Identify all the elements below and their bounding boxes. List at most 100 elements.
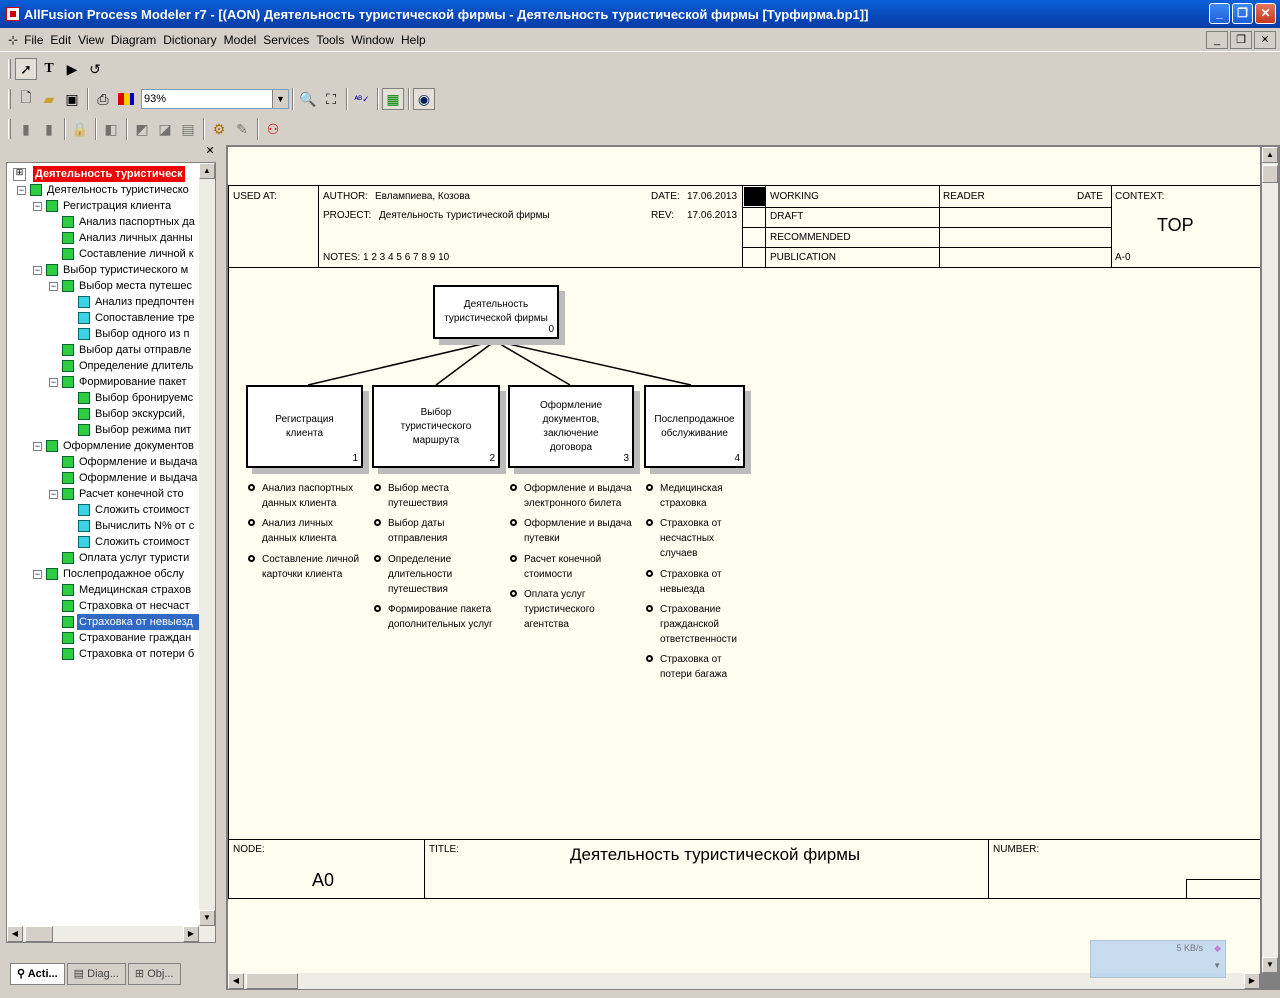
tree-item[interactable]: Выбор даты отправле xyxy=(7,342,199,358)
zoom-combobox[interactable]: 93% ▼ xyxy=(141,89,289,109)
collapse-icon[interactable]: − xyxy=(49,282,58,291)
tab-activities[interactable]: ⚲ Acti... xyxy=(10,963,65,985)
activity-box-4[interactable]: Послепродажное обслуживание 4 xyxy=(644,385,745,468)
tree-item[interactable]: Сопоставление тре xyxy=(7,310,199,326)
text-tool-icon[interactable]: T xyxy=(38,58,60,80)
chevron-down-icon[interactable]: ▼ xyxy=(272,90,288,108)
root-activity-box[interactable]: Деятельность туристической фирмы 0 xyxy=(433,285,559,339)
tree-item[interactable]: Выбор бронируемс xyxy=(7,390,199,406)
tree-item[interactable]: Определение длитель xyxy=(7,358,199,374)
tree-item[interactable]: Страховка от несчаст xyxy=(7,598,199,614)
mart-connect-icon[interactable]: ▮ xyxy=(15,118,37,140)
scroll-up-icon[interactable]: ▲ xyxy=(1262,147,1278,163)
doc-minimize-button[interactable]: _ xyxy=(1206,31,1228,49)
activity-box-2[interactable]: Выбор туристического маршрута 2 xyxy=(372,385,500,468)
tree-item[interactable]: Медицинская страхов xyxy=(7,582,199,598)
scroll-down-icon[interactable]: ▼ xyxy=(199,910,215,926)
tree-item[interactable]: ⊞ Деятельность туристическ xyxy=(7,166,199,182)
tree-item[interactable]: Выбор режима пит xyxy=(7,422,199,438)
undo-rotate-icon[interactable]: ↺ xyxy=(84,58,106,80)
tree-horizontal-scrollbar[interactable]: ◀ ▶ xyxy=(7,926,199,942)
tree-item[interactable]: − Расчет конечной сто xyxy=(7,486,199,502)
menu-diagram[interactable]: Diagram xyxy=(111,33,156,47)
tree-item[interactable]: Сложить стоимост xyxy=(7,534,199,550)
model-mart-icon[interactable]: ◉ xyxy=(413,88,435,110)
model-explorer-icon[interactable]: ▦ xyxy=(382,88,404,110)
scroll-up-icon[interactable]: ▲ xyxy=(199,163,215,179)
menu-edit[interactable]: Edit xyxy=(50,33,71,47)
tree-item[interactable]: Вычислить N% от с xyxy=(7,518,199,534)
scroll-right-icon[interactable]: ▶ xyxy=(1244,973,1260,989)
mart-open-icon[interactable]: ◧ xyxy=(100,118,122,140)
mart-save-icon[interactable]: ◩ xyxy=(131,118,153,140)
tree-item[interactable]: Выбор экскурсий, xyxy=(7,406,199,422)
tab-objects[interactable]: ⊞ Obj... xyxy=(127,963,181,985)
tree-item[interactable]: − Деятельность туристическо xyxy=(7,182,199,198)
tree-item[interactable]: − Выбор туристического м xyxy=(7,262,199,278)
scroll-left-icon[interactable]: ◀ xyxy=(228,973,244,989)
menu-dictionary[interactable]: Dictionary xyxy=(163,33,216,47)
color-palette-icon[interactable] xyxy=(115,88,137,110)
tree-item[interactable]: Оформление и выдача xyxy=(7,470,199,486)
collapse-icon[interactable]: − xyxy=(33,266,42,275)
collapse-icon[interactable]: − xyxy=(49,378,58,387)
doc-close-button[interactable]: ✕ xyxy=(1254,31,1276,49)
print-icon[interactable]: ⎙ xyxy=(92,88,114,110)
tree-item[interactable]: Анализ личных данны xyxy=(7,230,199,246)
tree-item[interactable]: − Формирование пакет xyxy=(7,374,199,390)
tree-item[interactable]: Выбор одного из п xyxy=(7,326,199,342)
tree-item[interactable]: − Послепродажное обслу xyxy=(7,566,199,582)
minimize-button[interactable]: _ xyxy=(1209,3,1230,24)
tree-item[interactable]: Страхование граждан xyxy=(7,630,199,646)
menu-view[interactable]: View xyxy=(78,33,104,47)
collapse-icon[interactable]: − xyxy=(33,442,42,451)
tree-item[interactable]: − Выбор места путешес xyxy=(7,278,199,294)
tree-vertical-scrollbar[interactable]: ▲ ▼ xyxy=(199,163,215,942)
menu-help[interactable]: Help xyxy=(401,33,426,47)
mart-disconnect-icon[interactable]: ▮ xyxy=(38,118,60,140)
menu-tools[interactable]: Tools xyxy=(316,33,344,47)
tree-item[interactable]: Сложить стоимост xyxy=(7,502,199,518)
close-button[interactable]: ✕ xyxy=(1255,3,1276,24)
collapse-icon[interactable]: − xyxy=(33,570,42,579)
save-icon[interactable]: ▣ xyxy=(61,88,83,110)
vertical-scroll-thumb[interactable] xyxy=(1262,165,1278,183)
tree-item[interactable]: Составление личной к xyxy=(7,246,199,262)
activity-box-1[interactable]: Регистрация клиента 1 xyxy=(246,385,363,468)
tree-item[interactable]: − Регистрация клиента xyxy=(7,198,199,214)
vertical-scrollbar[interactable]: ▲ ▼ xyxy=(1262,147,1278,973)
document-menu-icon[interactable]: ⊹ xyxy=(8,33,18,47)
users-icon[interactable]: ⚇ xyxy=(262,118,284,140)
pointer-tool-icon[interactable]: ➚ xyxy=(15,58,37,80)
scroll-left-icon[interactable]: ◀ xyxy=(7,926,23,942)
close-icon[interactable]: ✕ xyxy=(204,146,216,158)
tree-item[interactable]: Страховка от потери б xyxy=(7,646,199,662)
collapse-icon[interactable]: − xyxy=(49,490,58,499)
menu-window[interactable]: Window xyxy=(351,33,394,47)
scroll-right-icon[interactable]: ▶ xyxy=(183,926,199,942)
spell-check-icon[interactable]: ᴬᴮ✓ xyxy=(351,88,373,110)
resource-manager-icon[interactable]: ⚙ xyxy=(208,118,230,140)
new-file-icon[interactable]: 🗋 xyxy=(15,88,37,110)
menu-file[interactable]: File xyxy=(24,33,43,47)
zoom-fit-icon[interactable]: ⛶ xyxy=(320,88,342,110)
tree-item[interactable]: Анализ предпочтен xyxy=(7,294,199,310)
tree-item[interactable]: Оплата услуг туристи xyxy=(7,550,199,566)
tree-item[interactable]: Оформление и выдача xyxy=(7,454,199,470)
menu-model[interactable]: Model xyxy=(224,33,257,47)
collapse-icon[interactable]: − xyxy=(33,202,42,211)
activity-box-3[interactable]: Оформление документов, заключение догово… xyxy=(508,385,634,468)
tree-scroll-thumb[interactable] xyxy=(25,926,53,942)
mart-report-icon[interactable]: ▤ xyxy=(177,118,199,140)
idef0-sheet[interactable]: USED AT: AUTHOR: Евлампиева, Козова PROJ… xyxy=(228,147,1260,973)
lock-icon[interactable]: 🔒 xyxy=(69,118,91,140)
tree-item[interactable]: Анализ паспортных да xyxy=(7,214,199,230)
open-folder-icon[interactable]: ▰ xyxy=(38,88,60,110)
tab-diagrams[interactable]: ▤ Diag... xyxy=(66,963,126,985)
horizontal-scroll-thumb[interactable] xyxy=(246,973,298,989)
maximize-button[interactable]: ❐ xyxy=(1232,3,1253,24)
doc-restore-button[interactable]: ❐ xyxy=(1230,31,1252,49)
menu-services[interactable]: Services xyxy=(263,33,309,47)
collapse-icon[interactable]: − xyxy=(17,186,26,195)
mart-options-icon[interactable]: ✎ xyxy=(231,118,253,140)
